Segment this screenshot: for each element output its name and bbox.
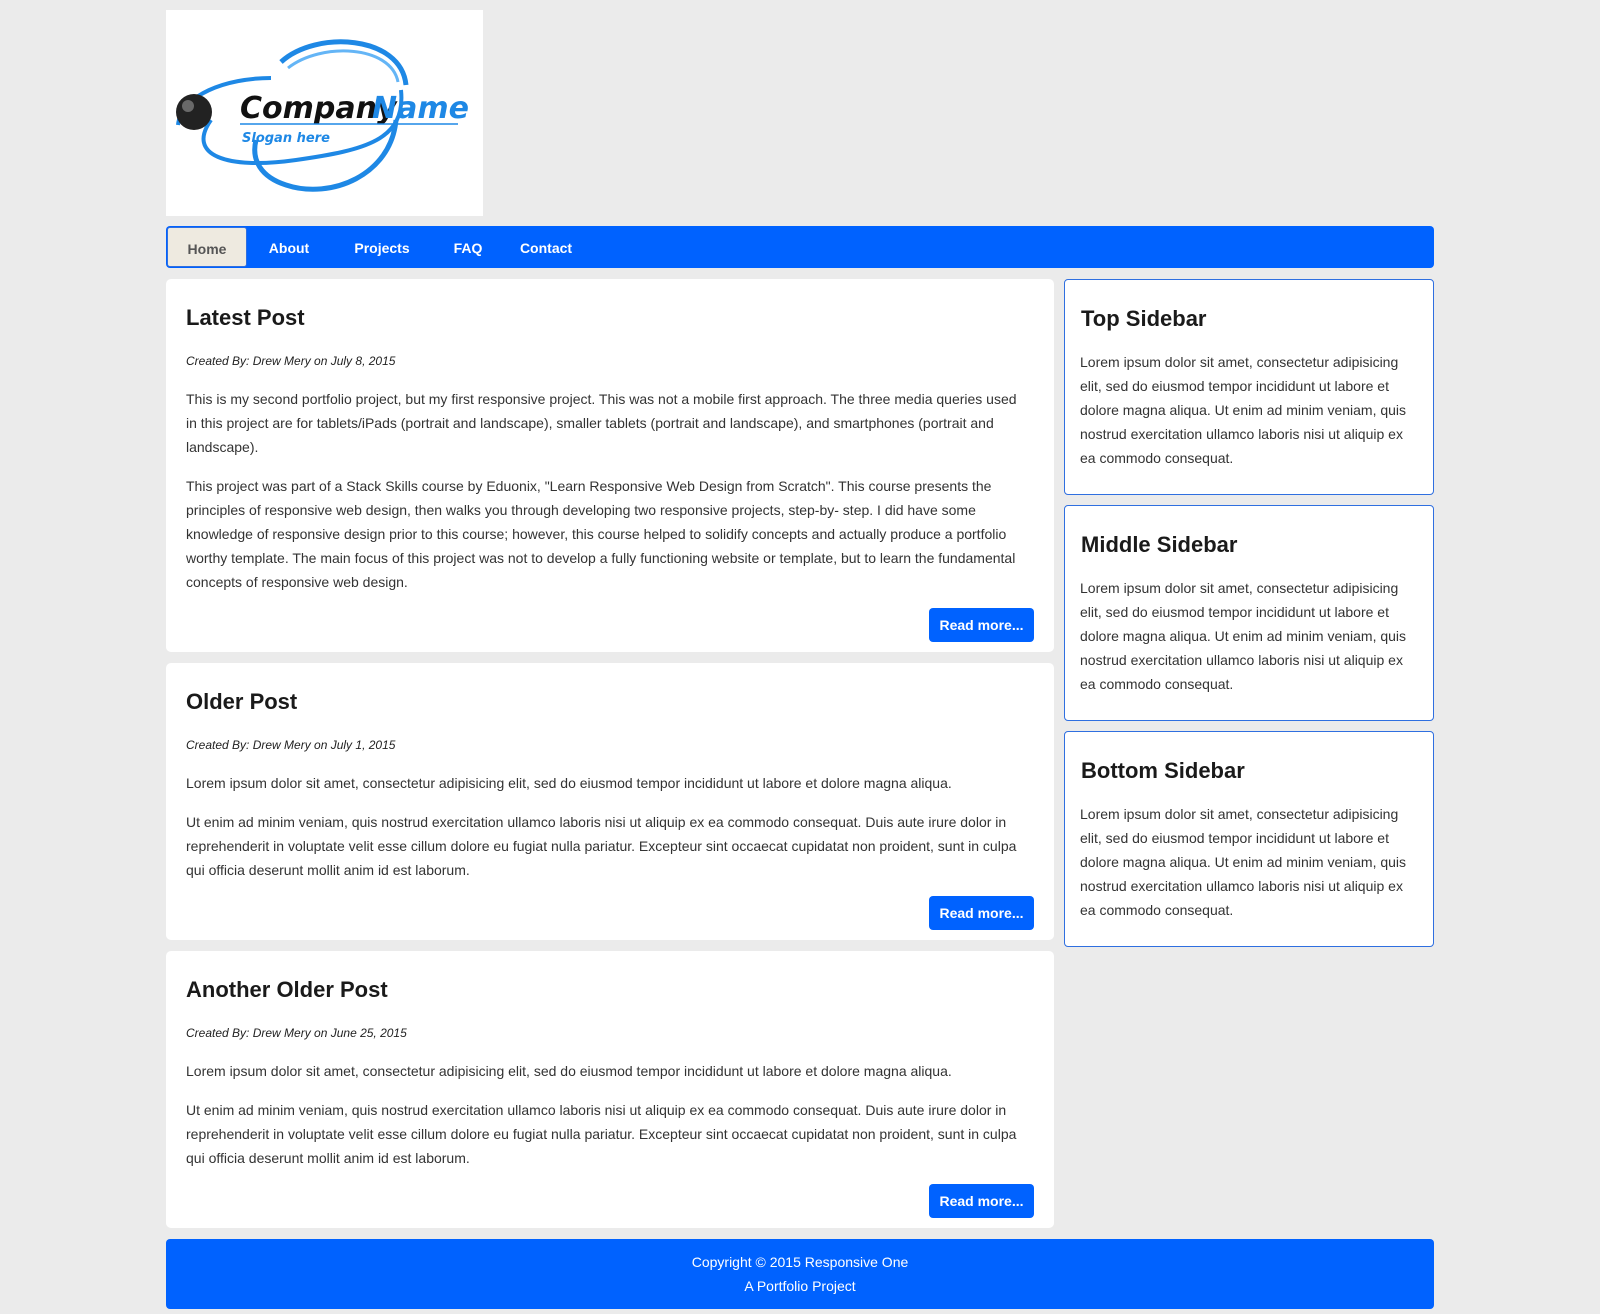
logo-slogan: Slogan here [242, 131, 330, 146]
post-title[interactable]: Older Post [186, 689, 297, 715]
nav-item-about[interactable]: About [260, 226, 318, 268]
read-more-button[interactable]: Read more... [929, 1184, 1034, 1218]
read-more-button[interactable]: Read more... [929, 896, 1034, 930]
post-meta: Created By: Drew Mery on July 8, 2015 [186, 354, 396, 368]
post-paragraph: Ut enim ad minim veniam, quis nostrud ex… [186, 814, 1017, 878]
sidebar-text: Lorem ipsum dolor sit amet, consectetur … [1080, 806, 1407, 918]
sidebar-title: Bottom Sidebar [1081, 758, 1245, 783]
nav-item-faq[interactable]: FAQ [448, 226, 488, 268]
nav-item-contact[interactable]: Contact [516, 226, 576, 268]
post-card: Another Older Post Created By: Drew Mery… [166, 951, 1054, 1228]
post-paragraph: Ut enim ad minim veniam, quis nostrud ex… [186, 1102, 1017, 1166]
post-card: Older Post Created By: Drew Mery on July… [166, 663, 1054, 940]
read-more-button[interactable]: Read more... [929, 608, 1034, 642]
post-paragraph: This is my second portfolio project, but… [186, 391, 1017, 455]
sidebar-title: Middle Sidebar [1081, 532, 1238, 557]
post-paragraph: Lorem ipsum dolor sit amet, consectetur … [186, 775, 952, 791]
post-paragraph: This project was part of a Stack Skills … [186, 478, 1016, 590]
logo-graphic: Company Name Slogan here [176, 39, 469, 192]
post-title[interactable]: Another Older Post [186, 977, 388, 1003]
sidebar-text: Lorem ipsum dolor sit amet, consectetur … [1080, 354, 1407, 466]
sidebar-middle: Middle Sidebar Lorem ipsum dolor sit ame… [1064, 505, 1434, 721]
post-paragraph: Lorem ipsum dolor sit amet, consectetur … [186, 1063, 952, 1079]
main-nav: Home About Projects FAQ Contact [166, 226, 1434, 268]
sidebar-text: Lorem ipsum dolor sit amet, consectetur … [1080, 580, 1407, 692]
page: Company Name Slogan here Home About Proj… [0, 0, 1600, 1314]
nav-item-projects[interactable]: Projects [346, 226, 418, 268]
footer-copyright: Copyright © 2015 Responsive One [691, 1254, 909, 1270]
post-meta: Created By: Drew Mery on June 25, 2015 [186, 1026, 407, 1040]
footer-tagline: A Portfolio Project [744, 1278, 856, 1294]
post-title[interactable]: Latest Post [186, 305, 305, 331]
sidebar-title: Top Sidebar [1081, 306, 1207, 331]
logo-company-word2: Name [372, 91, 469, 126]
company-logo[interactable]: Company Name Slogan here [166, 10, 483, 216]
post-card: Latest Post Created By: Drew Mery on Jul… [166, 279, 1054, 652]
nav-item-home[interactable]: Home [167, 227, 247, 267]
footer: Copyright © 2015 Responsive One A Portfo… [166, 1239, 1434, 1309]
sidebar-top: Top Sidebar Lorem ipsum dolor sit amet, … [1064, 279, 1434, 495]
sidebar-bottom: Bottom Sidebar Lorem ipsum dolor sit ame… [1064, 731, 1434, 947]
post-meta: Created By: Drew Mery on July 1, 2015 [186, 738, 396, 752]
